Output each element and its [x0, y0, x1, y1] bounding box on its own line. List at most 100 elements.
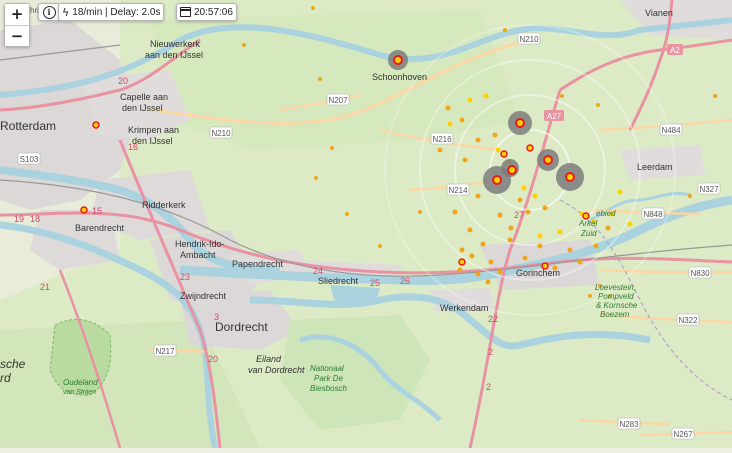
- time-control[interactable]: 20:57:06: [176, 3, 237, 21]
- place-leerdam: Leerdam: [637, 162, 673, 172]
- motorway-number: 21: [40, 282, 50, 292]
- park-loevestein-3: & Kornsche: [596, 301, 638, 310]
- strike-dot: [445, 105, 451, 111]
- info-button[interactable]: i: [38, 3, 60, 21]
- strike-rate-control[interactable]: ϟ 18/min | Delay: 2.0s: [58, 3, 165, 21]
- strike-dot: [497, 212, 503, 218]
- road-label: N322: [678, 316, 698, 325]
- strike-dot: [475, 193, 481, 199]
- calendar-icon: [180, 7, 191, 17]
- strike-dot: [605, 225, 611, 231]
- park-arkel-1: ebied: [596, 209, 616, 218]
- fresh-strike: [393, 55, 403, 65]
- place-eiland-1: Eiland: [256, 354, 282, 364]
- park-biesbosch-1: Nationaal: [310, 364, 344, 373]
- park-loevestein-1: Loevestein,: [595, 283, 636, 292]
- strike-dot: [537, 243, 543, 249]
- strike-dot: [462, 157, 468, 163]
- park-arkel-2: Arkel: [578, 219, 597, 228]
- strike-dot: [418, 210, 422, 214]
- fresh-strike: [515, 118, 525, 128]
- place-nieuwerkerk-1: Nieuwerkerk: [150, 39, 201, 49]
- park-oudeland-1: Oudeland: [63, 378, 98, 387]
- zoom-in-button[interactable]: +: [5, 4, 29, 25]
- park-oudeland-2: van Strijen: [63, 389, 96, 396]
- strike-dot: [560, 94, 564, 98]
- strike-dot: [459, 117, 465, 123]
- motorway-number: 18: [30, 214, 40, 224]
- motorway-number: 2: [488, 347, 493, 357]
- fresh-strike: [526, 144, 534, 152]
- water-lake: [330, 285, 380, 305]
- motorway-number: 25: [370, 278, 380, 288]
- fresh-strike: [565, 172, 575, 182]
- strike-dot: [497, 269, 503, 275]
- place-sliedrecht: Sliedrecht: [318, 276, 359, 286]
- road-label: N327: [699, 185, 719, 194]
- strike-dot: [492, 132, 498, 138]
- strike-dot: [577, 259, 583, 265]
- fresh-strike: [458, 258, 466, 266]
- strike-dot: [475, 271, 481, 277]
- place-gorinchem: Gorinchem: [516, 268, 560, 278]
- map[interactable]: N210 N210 N207 N216 N214 A27 A2 N484 N32…: [0, 0, 732, 449]
- place-cut-left: sche: [0, 357, 26, 371]
- place-nieuwerkerk-2: aan den IJssel: [145, 50, 203, 60]
- strike-dot: [318, 77, 322, 81]
- strike-dot: [508, 225, 514, 231]
- strike-dot: [485, 279, 491, 285]
- road-label: N267: [673, 430, 693, 439]
- road-label: N210: [211, 129, 231, 138]
- place-zwijndrecht: Zwijndrecht: [180, 291, 227, 301]
- motorway-number: 20: [208, 354, 218, 364]
- place-krimpen-1: Krimpen aan: [128, 125, 179, 135]
- info-icon: i: [42, 5, 56, 19]
- strike-dot: [596, 103, 600, 107]
- road-label: N217: [155, 347, 175, 356]
- strike-dot: [242, 43, 246, 47]
- strike-dot: [588, 294, 592, 298]
- road-label: A2: [670, 46, 680, 55]
- strike-dot: [314, 176, 318, 180]
- strike-dot: [457, 267, 463, 273]
- strike-dot: [532, 193, 538, 199]
- place-ridderkerk: Ridderkerk: [142, 200, 186, 210]
- lightning-bolt-icon: ϟ: [62, 5, 70, 19]
- park-loevestein-4: Boezem: [600, 310, 630, 319]
- strike-dot: [517, 197, 523, 203]
- fresh-strike: [543, 155, 553, 165]
- motorway-number: 27: [514, 210, 524, 220]
- time-text: 20:57:06: [194, 6, 233, 18]
- strike-dot: [345, 212, 349, 216]
- place-barendrecht: Barendrecht: [75, 223, 125, 233]
- zoom-out-button[interactable]: −: [5, 25, 29, 46]
- road-label: N830: [690, 269, 710, 278]
- road-label: A27: [547, 112, 562, 121]
- motorway-number: 15: [92, 206, 102, 216]
- place-schoonhoven: Schoonhoven: [372, 72, 427, 82]
- road-label: N484: [661, 126, 681, 135]
- strike-dot: [467, 227, 473, 233]
- road-label: N214: [448, 186, 468, 195]
- place-krimpen-2: den IJssel: [132, 136, 173, 146]
- road-label: S103: [20, 155, 39, 164]
- fresh-strike: [80, 206, 88, 214]
- place-vianen: Vianen: [645, 8, 673, 18]
- motorway-number: 22: [488, 314, 498, 324]
- strike-dot: [459, 247, 465, 253]
- strike-dot: [503, 28, 507, 32]
- park-loevestein-2: Pompveld: [598, 292, 634, 301]
- strike-dot: [593, 243, 599, 249]
- strike-dot: [488, 259, 494, 265]
- fresh-strike: [500, 150, 508, 158]
- strike-dot: [311, 6, 315, 10]
- strike-dot: [688, 194, 692, 198]
- place-werkendam: Werkendam: [440, 303, 488, 313]
- strike-dot: [521, 185, 527, 191]
- fresh-strike: [492, 175, 502, 185]
- strike-dot: [483, 93, 489, 99]
- park-arkel-3: Zuid: [580, 229, 597, 238]
- strike-dot: [713, 94, 717, 98]
- strike-dot: [507, 237, 513, 243]
- park-biesbosch-3: Biesbosch: [310, 384, 347, 393]
